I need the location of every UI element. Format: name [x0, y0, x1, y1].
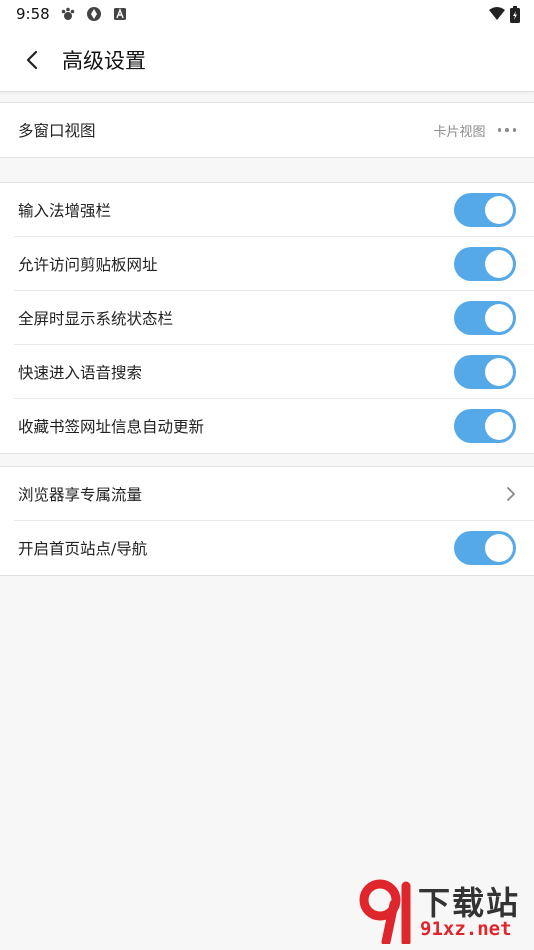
multi-window-view-label: 多窗口视图	[18, 122, 96, 140]
app-a-icon	[112, 6, 128, 22]
list-item-clipboard-access[interactable]: 允许访问剪贴板网址	[14, 237, 534, 291]
toggle-switch[interactable]	[454, 192, 516, 227]
multi-window-view-right: 卡片视图	[433, 121, 516, 140]
toggle-section: 输入法增强栏 允许访问剪贴板网址 全屏时显示系统状态栏 快速进入语音搜索 收藏书…	[0, 182, 534, 454]
list-item-voice-search[interactable]: 快速进入语音搜索	[14, 345, 534, 399]
toggle-switch[interactable]	[454, 300, 516, 335]
toggle-knob	[485, 249, 513, 278]
battery-icon	[510, 6, 520, 23]
list-item-label: 收藏书签网址信息自动更新	[18, 418, 205, 436]
list-item-label: 输入法增强栏	[18, 201, 112, 220]
watermark-url: 91xz.net	[420, 918, 512, 940]
watermark: 下载站 91xz.net	[356, 878, 528, 946]
multi-window-view-value: 卡片视图	[433, 124, 486, 140]
header: 高级设置	[0, 28, 534, 92]
view-section: 多窗口视图 卡片视图	[0, 102, 534, 158]
status-left: 9:58	[16, 5, 128, 23]
watermark-logo-icon	[359, 879, 411, 944]
multi-window-view-item[interactable]: 多窗口视图 卡片视图	[14, 103, 534, 157]
list-item-label: 开启首页站点/导航	[18, 540, 148, 558]
notification-paw-icon	[60, 6, 76, 22]
toggle-knob	[485, 303, 513, 332]
status-time: 9:58	[16, 5, 50, 23]
more-dots-icon[interactable]	[497, 128, 516, 132]
list-item-label: 允许访问剪贴板网址	[18, 255, 158, 274]
list-item-exclusive-traffic[interactable]: 浏览器享专属流量	[14, 467, 534, 521]
list-item-label: 浏览器享专属流量	[18, 485, 143, 504]
page-title: 高级设置	[62, 48, 146, 73]
list-item-label: 快速进入语音搜索	[18, 363, 143, 382]
chevron-right-icon	[507, 486, 515, 501]
chevron-left-icon	[26, 50, 38, 69]
status-bar: 9:58	[0, 0, 534, 28]
status-right	[488, 6, 520, 23]
list-item-homepage-nav[interactable]: 开启首页站点/导航	[14, 521, 534, 575]
list-item-fullscreen-statusbar[interactable]: 全屏时显示系统状态栏	[14, 291, 534, 345]
toggle-knob	[485, 357, 513, 386]
toggle-knob	[485, 412, 513, 440]
toggle-switch[interactable]	[454, 409, 516, 443]
back-button[interactable]	[18, 46, 46, 74]
toggle-switch[interactable]	[454, 531, 516, 565]
sync-icon	[86, 6, 102, 22]
list-item-bookmark-autoupdate[interactable]: 收藏书签网址信息自动更新	[14, 399, 534, 453]
list-item-input-enhance[interactable]: 输入法增强栏	[14, 183, 534, 237]
misc-section: 浏览器享专属流量 开启首页站点/导航	[0, 466, 534, 576]
wifi-icon	[488, 6, 505, 22]
toggle-knob	[485, 195, 513, 224]
toggle-switch[interactable]	[454, 354, 516, 389]
list-item-label: 全屏时显示系统状态栏	[18, 309, 174, 328]
toggle-switch[interactable]	[454, 246, 516, 281]
toggle-knob	[485, 534, 513, 562]
